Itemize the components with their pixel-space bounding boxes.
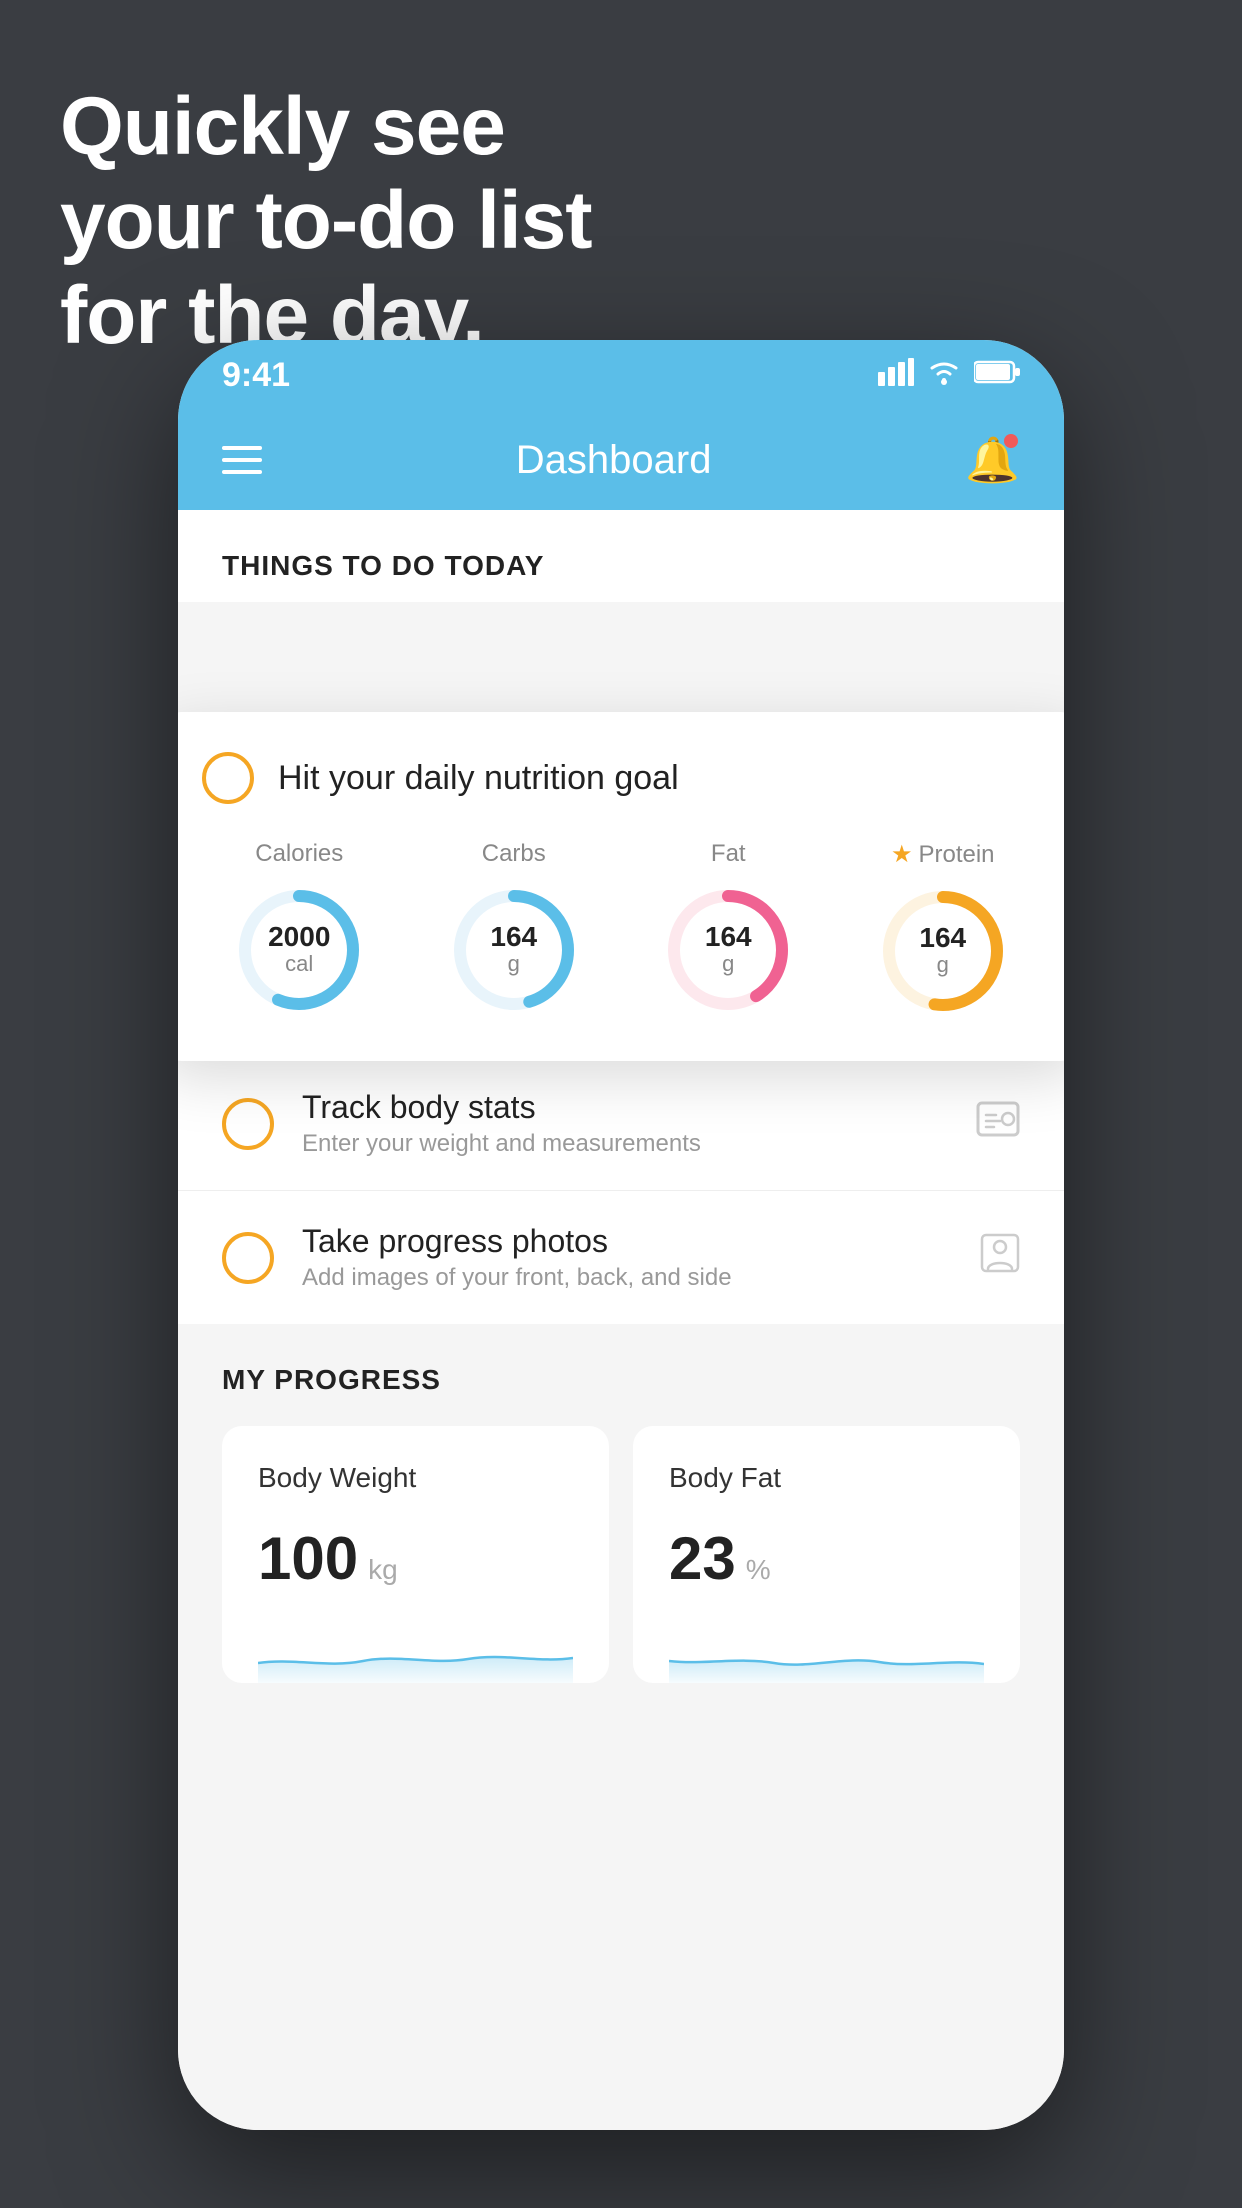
hero-text: Quickly see your to-do list for the day. [60, 80, 592, 363]
fat-donut: 164 g [658, 880, 798, 1020]
todo-item-bodystats[interactable]: Track body stats Enter your weight and m… [178, 1056, 1064, 1190]
carbs-label: Carbs [482, 840, 546, 868]
nav-title: Dashboard [516, 438, 712, 483]
status-bar: 9:41 [178, 340, 1064, 410]
stat-carbs: Carbs 164 g [444, 840, 584, 1021]
body-weight-value: 100 [258, 1524, 358, 1593]
nutrition-card-header: Hit your daily nutrition goal [202, 752, 1040, 804]
hero-line2: your to-do list [60, 174, 592, 268]
body-fat-value: 23 [669, 1524, 736, 1593]
protein-unit: g [919, 952, 966, 978]
protein-label: ★ Protein [891, 840, 995, 869]
bodystats-name: Track body stats [302, 1089, 948, 1126]
calories-unit: cal [268, 951, 330, 977]
photos-text: Take progress photos Add images of your … [302, 1223, 952, 1292]
body-weight-chart [258, 1623, 573, 1683]
todo-section-title: THINGS TO DO TODAY [222, 550, 1020, 602]
progress-title: MY PROGRESS [222, 1364, 1020, 1396]
photos-checkbox[interactable] [222, 1232, 274, 1284]
hero-line1: Quickly see [60, 80, 592, 174]
menu-icon[interactable] [222, 446, 262, 474]
calories-label: Calories [255, 840, 343, 868]
phone-frame: 9:41 [178, 340, 1064, 2130]
protein-value: 164 [919, 924, 966, 952]
todo-item-photos[interactable]: Take progress photos Add images of your … [178, 1190, 1064, 1324]
fat-value: 164 [705, 923, 752, 951]
body-fat-title: Body Fat [669, 1462, 984, 1494]
stat-calories: Calories 2000 cal [229, 840, 369, 1021]
calories-donut: 2000 cal [229, 880, 369, 1020]
body-fat-unit: % [746, 1554, 771, 1586]
star-icon: ★ [891, 840, 913, 869]
protein-donut: 164 g [873, 881, 1013, 1021]
signal-icon [878, 358, 914, 393]
nutrition-card-title: Hit your daily nutrition goal [278, 759, 679, 798]
stat-protein: ★ Protein 164 g [873, 840, 1013, 1021]
status-icons [878, 358, 1020, 393]
progress-cards: Body Weight 100 kg [222, 1426, 1020, 1683]
bell-icon[interactable]: 🔔 [965, 434, 1020, 486]
body-weight-title: Body Weight [258, 1462, 573, 1494]
body-weight-unit: kg [368, 1554, 398, 1586]
bodystats-text: Track body stats Enter your weight and m… [302, 1089, 948, 1158]
notification-dot [1004, 434, 1018, 448]
scale-icon [976, 1099, 1020, 1149]
todo-section: THINGS TO DO TODAY [178, 510, 1064, 602]
carbs-donut: 164 g [444, 880, 584, 1020]
fat-label: Fat [711, 840, 746, 868]
progress-section: MY PROGRESS Body Weight 100 kg [178, 1324, 1064, 1723]
carbs-value: 164 [490, 923, 537, 951]
nutrition-checkbox[interactable] [202, 752, 254, 804]
body-weight-card[interactable]: Body Weight 100 kg [222, 1426, 609, 1683]
photos-sub: Add images of your front, back, and side [302, 1264, 952, 1292]
calories-value: 2000 [268, 923, 330, 951]
nutrition-stats: Calories 2000 cal [202, 840, 1040, 1021]
wifi-icon [926, 358, 962, 393]
body-fat-value-row: 23 % [669, 1524, 984, 1593]
bodystats-checkbox[interactable] [222, 1098, 274, 1150]
nutrition-card: Hit your daily nutrition goal Calories [178, 712, 1064, 1061]
fat-unit: g [705, 951, 752, 977]
carbs-unit: g [490, 951, 537, 977]
body-fat-card[interactable]: Body Fat 23 % [633, 1426, 1020, 1683]
status-time: 9:41 [222, 356, 290, 395]
body-fat-chart [669, 1623, 984, 1683]
photos-name: Take progress photos [302, 1223, 952, 1260]
person-icon [980, 1233, 1020, 1283]
bodystats-sub: Enter your weight and measurements [302, 1130, 948, 1158]
body-weight-value-row: 100 kg [258, 1524, 573, 1593]
nav-bar: Dashboard 🔔 [178, 410, 1064, 510]
content-area: THINGS TO DO TODAY Hit your daily nutrit… [178, 510, 1064, 2130]
stat-fat: Fat 164 g [658, 840, 798, 1021]
battery-icon [974, 359, 1020, 391]
